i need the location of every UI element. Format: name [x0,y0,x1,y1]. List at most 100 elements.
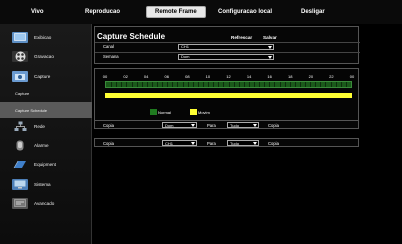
chevron-down-icon [268,55,272,59]
copy-channel-button[interactable]: Copia [268,141,279,146]
motion-swatch [190,109,197,115]
half-hour-cell-divider [233,82,235,87]
advanced-icon [12,197,28,209]
half-hour-cell-divider [243,82,245,87]
half-hour-cell-divider [146,82,148,87]
monitor-icon [12,31,28,43]
hour-label: 20 [308,74,314,79]
hour-label: 00 [349,74,355,79]
motion-schedule-strip[interactable] [105,93,352,98]
tab-remote-frame[interactable]: Remote Frame [146,6,206,18]
semana-row: Semana Dom [95,52,360,60]
sidebar-item-avancado[interactable]: Avancado [0,195,92,211]
sidebar-subitem-label: Capture Schedule [15,107,48,113]
half-hour-cell-divider [116,82,118,87]
chevron-down-icon [253,142,257,145]
half-hour-cell-divider [111,82,113,87]
hour-label: 16 [267,74,272,79]
half-hour-cell-divider [162,82,164,87]
half-hour-cell-divider [177,82,179,87]
sidebar-subitem-capture[interactable]: Capture [0,85,92,101]
half-hour-cell-divider [340,82,342,87]
half-hour-cell-divider [294,82,296,87]
refresh-button[interactable]: Refrescar [231,35,252,40]
half-hour-cell-divider [172,82,174,87]
copy-from-day-select[interactable]: Dom [162,122,197,128]
hour-label: 10 [205,74,211,79]
normal-schedule-strip[interactable] [105,81,352,88]
top-nav: Vivo Reproducao Remote Frame Configuraca… [0,0,402,24]
half-hour-cell-divider [299,82,301,87]
sidebar: Exibicao Gravacao Capture Capture Captur… [0,24,92,244]
tab-reproducao[interactable]: Reproducao [85,9,120,15]
canal-select[interactable]: CH1 [178,43,274,50]
half-hour-cell-divider [208,82,210,87]
copy-to-day-value: Tudo [230,122,239,128]
para-label: Para [207,123,216,128]
para-label: Para [207,141,216,146]
hour-label: 00 [102,74,108,79]
half-hour-cell-divider [213,82,215,87]
half-hour-cell-divider [157,82,159,87]
half-hour-cell-divider [141,82,143,87]
half-hour-cell-divider [167,82,169,87]
hour-label: 08 [185,74,190,79]
sidebar-item-gravacao[interactable]: Gravacao [0,48,92,64]
copy-from-channel-select[interactable]: CH1 [162,140,197,146]
half-hour-cell-divider [259,82,261,87]
half-hour-cell-divider [202,82,204,87]
half-hour-cell-divider [182,82,184,87]
sidebar-item-equipment[interactable]: Equipment [0,156,92,172]
copy-day-row: Copia Dom Para Tudo Copia [94,120,359,129]
sidebar-item-exibicao[interactable]: Exibicao [0,29,92,45]
half-hour-cell-divider [131,82,133,87]
save-button[interactable]: Salvar [263,35,277,40]
camera-icon [12,70,28,82]
legend-motion: Movim [190,109,210,115]
copy-day-button[interactable]: Copia [268,123,279,128]
half-hour-cell-divider [187,82,189,87]
sidebar-item-label: Gravacao [34,53,54,59]
half-hour-cell-divider [345,82,347,87]
sidebar-item-alarme[interactable]: Alarme [0,137,92,153]
schedule-timeline: 00 02 04 06 08 10 12 14 16 18 20 22 00 [94,68,359,128]
copy-from-day-value: Dom [165,122,174,128]
equipment-icon [12,159,28,170]
copy-to-day-select[interactable]: Tudo [227,122,259,128]
hour-label: 12 [226,74,231,79]
tab-vivo[interactable]: Vivo [31,9,44,15]
sidebar-item-label: Alarme [34,142,49,148]
half-hour-cell-divider [289,82,291,87]
half-hour-cell-divider [320,82,322,87]
half-hour-cell-divider [305,82,307,87]
schedule-header-card: Capture Schedule Refrescar Salvar Canal … [94,26,360,64]
half-hour-cell-divider [238,82,240,87]
half-hour-cell-divider [264,82,266,87]
chevron-down-icon [191,142,195,145]
copy-to-channel-select[interactable]: Tudo [227,140,259,146]
half-hour-cell-divider [284,82,286,87]
half-hour-cell-divider [136,82,138,87]
half-hour-cell-divider [254,82,256,87]
sidebar-item-label: Equipment [34,161,56,167]
sidebar-item-sistema[interactable]: Sistema [0,176,92,192]
hour-label: 02 [123,74,128,79]
half-hour-cell-divider [197,82,199,87]
copy-from-channel-value: CH1 [165,140,174,146]
tab-desligar[interactable]: Desligar [301,9,325,15]
tab-configuracao-local[interactable]: Configuracao local [218,9,272,15]
semana-select[interactable]: Dom [178,53,274,60]
semana-value: Dom [181,54,190,59]
chevron-down-icon [253,124,257,127]
sidebar-item-rede[interactable]: Rede [0,118,92,134]
half-hour-cell-divider [274,82,276,87]
hour-labels: 00 02 04 06 08 10 12 14 16 18 20 22 00 [95,74,360,80]
half-hour-cell-divider [330,82,332,87]
legend-motion-label: Movim [198,109,210,115]
copy-channel-row: Copia CH1 Para Tudo Copia [94,138,359,147]
sidebar-item-capture[interactable]: Capture [0,68,92,84]
hour-label: 18 [288,74,293,79]
half-hour-cell-divider [223,82,225,87]
half-hour-cell-divider [279,82,281,87]
sidebar-subitem-capture-schedule[interactable]: Capture Schedule [0,102,92,118]
